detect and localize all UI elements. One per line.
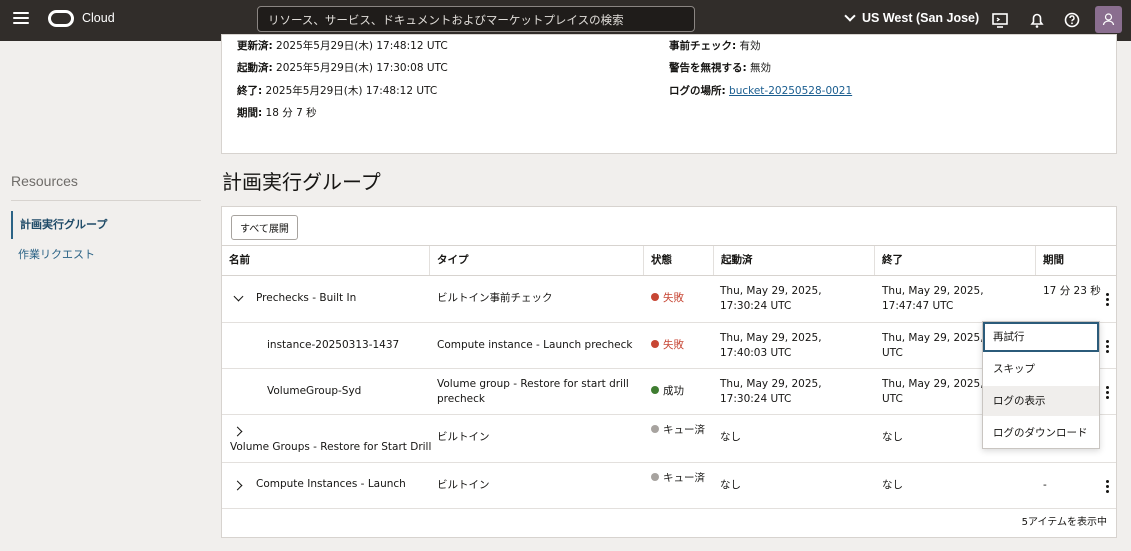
- row-actions-kebab-icon[interactable]: [1106, 480, 1110, 494]
- log-location-link[interactable]: bucket-20250528-0021: [729, 85, 852, 97]
- row-type: ビルトイン: [437, 431, 490, 443]
- table-header: 名前 タイプ 状態 起動済 終了 期間: [222, 245, 1116, 276]
- menu-item-view-logs[interactable]: ログの表示: [983, 386, 1099, 416]
- chevron-right-icon[interactable]: [232, 480, 243, 491]
- sidebar-item-work-requests[interactable]: 作業リクエスト: [11, 246, 95, 262]
- brand-label[interactable]: Cloud: [82, 11, 115, 25]
- row-name: Prechecks - Built In: [256, 292, 357, 304]
- row-started: なし: [720, 479, 741, 491]
- row-type: Volume group - Restore for start drill p…: [437, 378, 629, 405]
- page-title: 計画実行グループ: [222, 172, 381, 194]
- row-type: ビルトイン事前チェック: [437, 292, 553, 304]
- row-started: Thu, May 29, 2025, 17:30:24 UTC: [720, 285, 822, 312]
- divider: [11, 200, 201, 201]
- row-duration: 17 分 23 秒: [1043, 285, 1101, 297]
- ignore-warnings-field: 警告を無視する: 無効: [669, 62, 772, 74]
- notification-bell-icon[interactable]: [1027, 10, 1047, 30]
- status-badge: キュー済: [651, 471, 711, 486]
- column-header-status[interactable]: 状態: [643, 246, 713, 275]
- row-type: ビルトイン: [437, 479, 490, 491]
- row-ended: なし: [882, 431, 903, 443]
- table-row: Prechecks - Built In ビルトイン事前チェック 失敗 Thu,…: [222, 276, 1116, 323]
- row-duration: -: [1043, 479, 1047, 491]
- region-selector[interactable]: US West (San Jose): [844, 10, 980, 25]
- status-badge: 失敗: [651, 291, 684, 306]
- precheck-field: 事前チェック: 有効: [669, 40, 761, 52]
- row-actions-kebab-icon[interactable]: [1106, 386, 1110, 400]
- status-badge: 失敗: [651, 338, 684, 353]
- ended-field: 終了: 2025年5月29日(木) 17:48:12 UTC: [237, 85, 438, 97]
- status-dot-icon: [651, 386, 659, 394]
- row-ended: Thu, May 29, 2025, 17:47:47 UTC: [882, 285, 984, 312]
- row-name: Compute Instances - Launch: [256, 478, 406, 490]
- hamburger-menu-icon[interactable]: [13, 12, 29, 26]
- help-icon[interactable]: [1062, 10, 1082, 30]
- status-dot-icon: [651, 293, 659, 301]
- row-ended: Thu, May 29, 2025, 17UTC: [882, 378, 982, 405]
- column-header-name[interactable]: 名前: [222, 246, 429, 275]
- execution-details-card: 更新済: 2025年5月29日(木) 17:48:12 UTC 起動済: 202…: [221, 34, 1117, 154]
- menu-item-retry[interactable]: 再試行: [983, 322, 1099, 352]
- expand-all-button[interactable]: すべて展開: [231, 215, 298, 240]
- table-row: Compute Instances - Launch ビルトイン キュー済 なし…: [222, 463, 1116, 509]
- cloud-shell-icon[interactable]: [990, 10, 1010, 30]
- status-badge: キュー済: [651, 423, 711, 438]
- items-count: 5アイテムを表示中: [1021, 517, 1107, 528]
- row-name: instance-20250313-1437: [267, 339, 400, 351]
- row-name: VolumeGroup-Syd: [267, 385, 362, 397]
- row-actions-kebab-icon[interactable]: [1106, 340, 1110, 354]
- menu-item-download-logs[interactable]: ログのダウンロード: [983, 418, 1099, 448]
- chevron-down-icon[interactable]: [233, 291, 244, 302]
- started-field: 起動済: 2025年5月29日(木) 17:30:08 UTC: [237, 62, 448, 74]
- status-dot-icon: [651, 425, 659, 433]
- row-ended: なし: [882, 479, 903, 491]
- row-started: なし: [720, 431, 741, 443]
- status-dot-icon: [651, 340, 659, 348]
- menu-item-skip[interactable]: スキップ: [983, 354, 1099, 384]
- updated-field: 更新済: 2025年5月29日(木) 17:48:12 UTC: [237, 40, 448, 52]
- status-dot-icon: [651, 473, 659, 481]
- row-type: Compute instance - Launch precheck: [437, 339, 633, 351]
- log-location-field: ログの場所: bucket-20250528-0021: [669, 85, 853, 97]
- column-header-ended[interactable]: 終了: [874, 246, 1035, 275]
- resources-heading: Resources: [11, 173, 78, 189]
- chevron-down-icon: [844, 10, 856, 22]
- column-header-duration[interactable]: 期間: [1035, 246, 1116, 275]
- row-started: Thu, May 29, 2025, 17:30:24 UTC: [720, 378, 822, 405]
- user-avatar[interactable]: [1095, 6, 1122, 33]
- column-header-started[interactable]: 起動済: [713, 246, 874, 275]
- row-actions-kebab-icon[interactable]: [1106, 293, 1110, 307]
- chevron-right-icon[interactable]: [232, 426, 243, 437]
- column-header-type[interactable]: タイプ: [429, 246, 643, 275]
- row-started: Thu, May 29, 2025, 17:40:03 UTC: [720, 332, 822, 359]
- user-icon: [1102, 13, 1115, 26]
- row-ended: Thu, May 29, 2025, 1UTC: [882, 332, 982, 359]
- search-input[interactable]: リソース、サービス、ドキュメントおよびマーケットプレイスの検索: [257, 6, 695, 32]
- oracle-logo-icon[interactable]: [48, 10, 74, 27]
- region-label: US West (San Jose): [862, 11, 980, 25]
- duration-field: 期間: 18 分 7 秒: [237, 107, 317, 119]
- status-badge: 成功: [651, 384, 684, 399]
- row-actions-menu: 再試行 スキップ ログの表示 ログのダウンロード: [982, 321, 1100, 449]
- row-name: Volume Groups - Restore for Start Drill: [230, 441, 432, 453]
- sidebar-item-plan-execution-groups[interactable]: 計画実行グループ: [11, 211, 107, 239]
